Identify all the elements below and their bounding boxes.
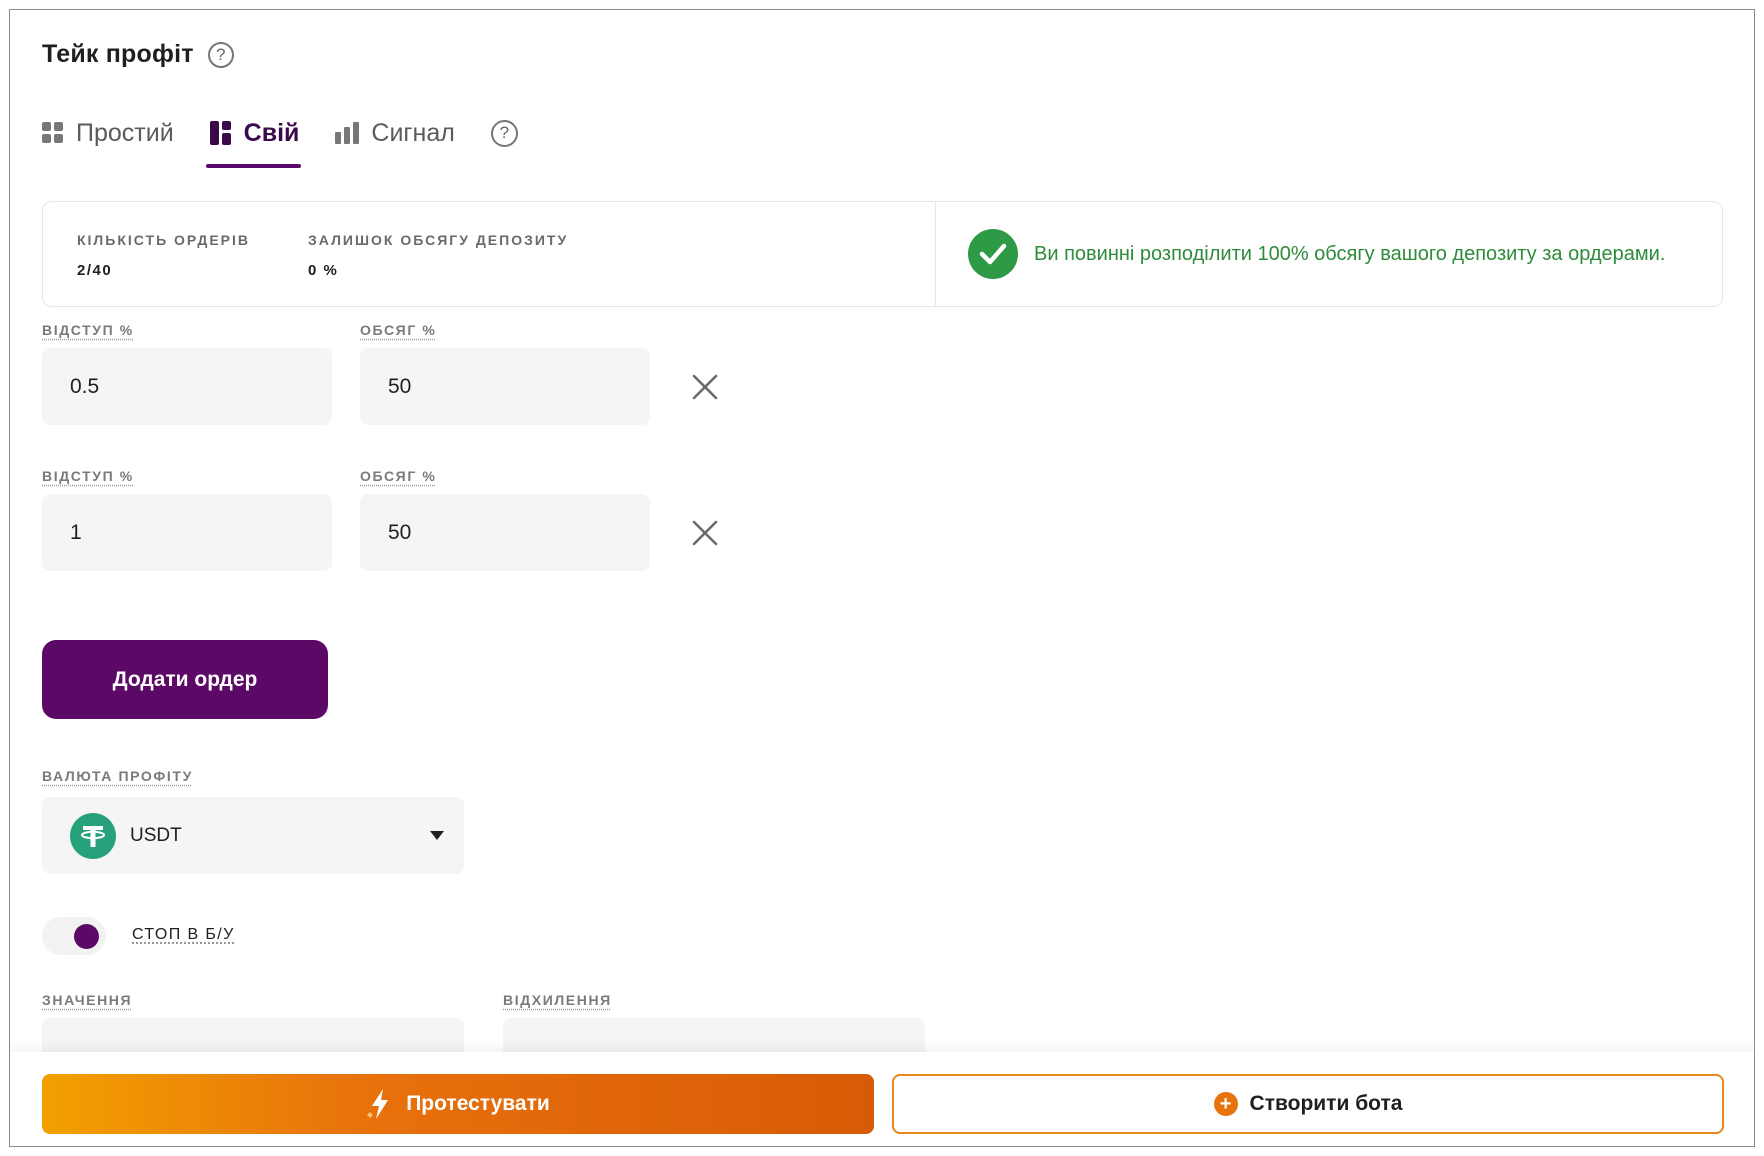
tab-label: Простий [76, 118, 174, 147]
stop-breakeven-label: СТОП В Б/У [132, 926, 235, 943]
toggle-knob [74, 924, 99, 949]
mode-tabs: Простий Свій Сигнал ? [42, 110, 518, 168]
take-profit-panel: Тейк профіт ? Простий Свій Сигнал ? КІЛЬ… [9, 9, 1755, 1147]
value-label: ЗНАЧЕННЯ [42, 992, 133, 1008]
summary-message: Ви повинні розподілити 100% обсягу вашог… [936, 202, 1722, 306]
deposit-remaining-value: 0 % [308, 262, 339, 279]
page-title: Тейк профіт [42, 40, 194, 68]
create-bot-label: Створити бота [1249, 1092, 1403, 1115]
tab-signal[interactable]: Сигнал [335, 110, 455, 156]
layout-icon [209, 121, 231, 145]
tab-label: Сигнал [371, 118, 455, 147]
deposit-remaining-label: ЗАЛИШОК ОБСЯГУ ДЕПОЗИТУ [308, 232, 569, 248]
deviation-label: ВІДХИЛЕННЯ [503, 992, 612, 1008]
test-button[interactable]: Протестувати [42, 1074, 874, 1134]
test-button-label: Протестувати [406, 1092, 550, 1115]
offset-input[interactable]: 0.5 [42, 348, 332, 425]
orders-count-label: КІЛЬКІСТЬ ОРДЕРІВ [77, 232, 251, 248]
tab-label: Свій [243, 118, 300, 147]
orders-count-value: 2/40 [77, 262, 113, 279]
chevron-down-icon [430, 831, 444, 840]
profit-currency-label: ВАЛЮТА ПРОФІТУ [42, 768, 193, 784]
volume-input[interactable]: 50 [360, 494, 650, 571]
tab-custom[interactable]: Свій [205, 110, 302, 168]
tether-icon [70, 812, 116, 859]
action-bar: Протестувати + Створити бота [10, 1052, 1754, 1146]
title-row: Тейк профіт ? [42, 40, 234, 69]
deposit-remaining-stat: ЗАЛИШОК ОБСЯГУ ДЕПОЗИТУ 0 % [308, 232, 568, 306]
distribution-message: Ви повинні розподілити 100% обсягу вашог… [1034, 242, 1666, 265]
profit-currency-value: USDT [130, 824, 182, 846]
summary-stats: КІЛЬКІСТЬ ОРДЕРІВ 2/40 ЗАЛИШОК ОБСЯГУ ДЕ… [43, 202, 936, 306]
offset-label: ВІДСТУП % [42, 468, 134, 484]
plus-icon: + [1213, 1092, 1238, 1116]
volume-label: ОБСЯГ % [360, 322, 437, 338]
volume-label: ОБСЯГ % [360, 468, 437, 484]
remove-order-icon[interactable] [690, 518, 720, 548]
tabs-help-icon[interactable]: ? [490, 119, 518, 147]
add-order-button[interactable]: Додати ордер [42, 640, 328, 719]
stop-breakeven-toggle[interactable] [42, 917, 106, 955]
orders-summary: КІЛЬКІСТЬ ОРДЕРІВ 2/40 ЗАЛИШОК ОБСЯГУ ДЕ… [42, 201, 1723, 307]
volume-input[interactable]: 50 [360, 348, 650, 425]
create-bot-button[interactable]: + Створити бота [892, 1074, 1724, 1134]
lightning-icon [367, 1089, 389, 1119]
offset-label: ВІДСТУП % [42, 322, 134, 338]
help-icon[interactable]: ? [207, 41, 234, 68]
bar-chart-icon [335, 122, 360, 144]
orders-count-stat: КІЛЬКІСТЬ ОРДЕРІВ 2/40 [77, 232, 250, 306]
check-icon [968, 229, 1018, 279]
profit-currency-select[interactable]: USDT [42, 797, 464, 874]
tab-simple[interactable]: Простий [42, 110, 174, 156]
remove-order-icon[interactable] [690, 372, 720, 402]
grid-icon [42, 122, 63, 143]
offset-input[interactable]: 1 [42, 494, 332, 571]
